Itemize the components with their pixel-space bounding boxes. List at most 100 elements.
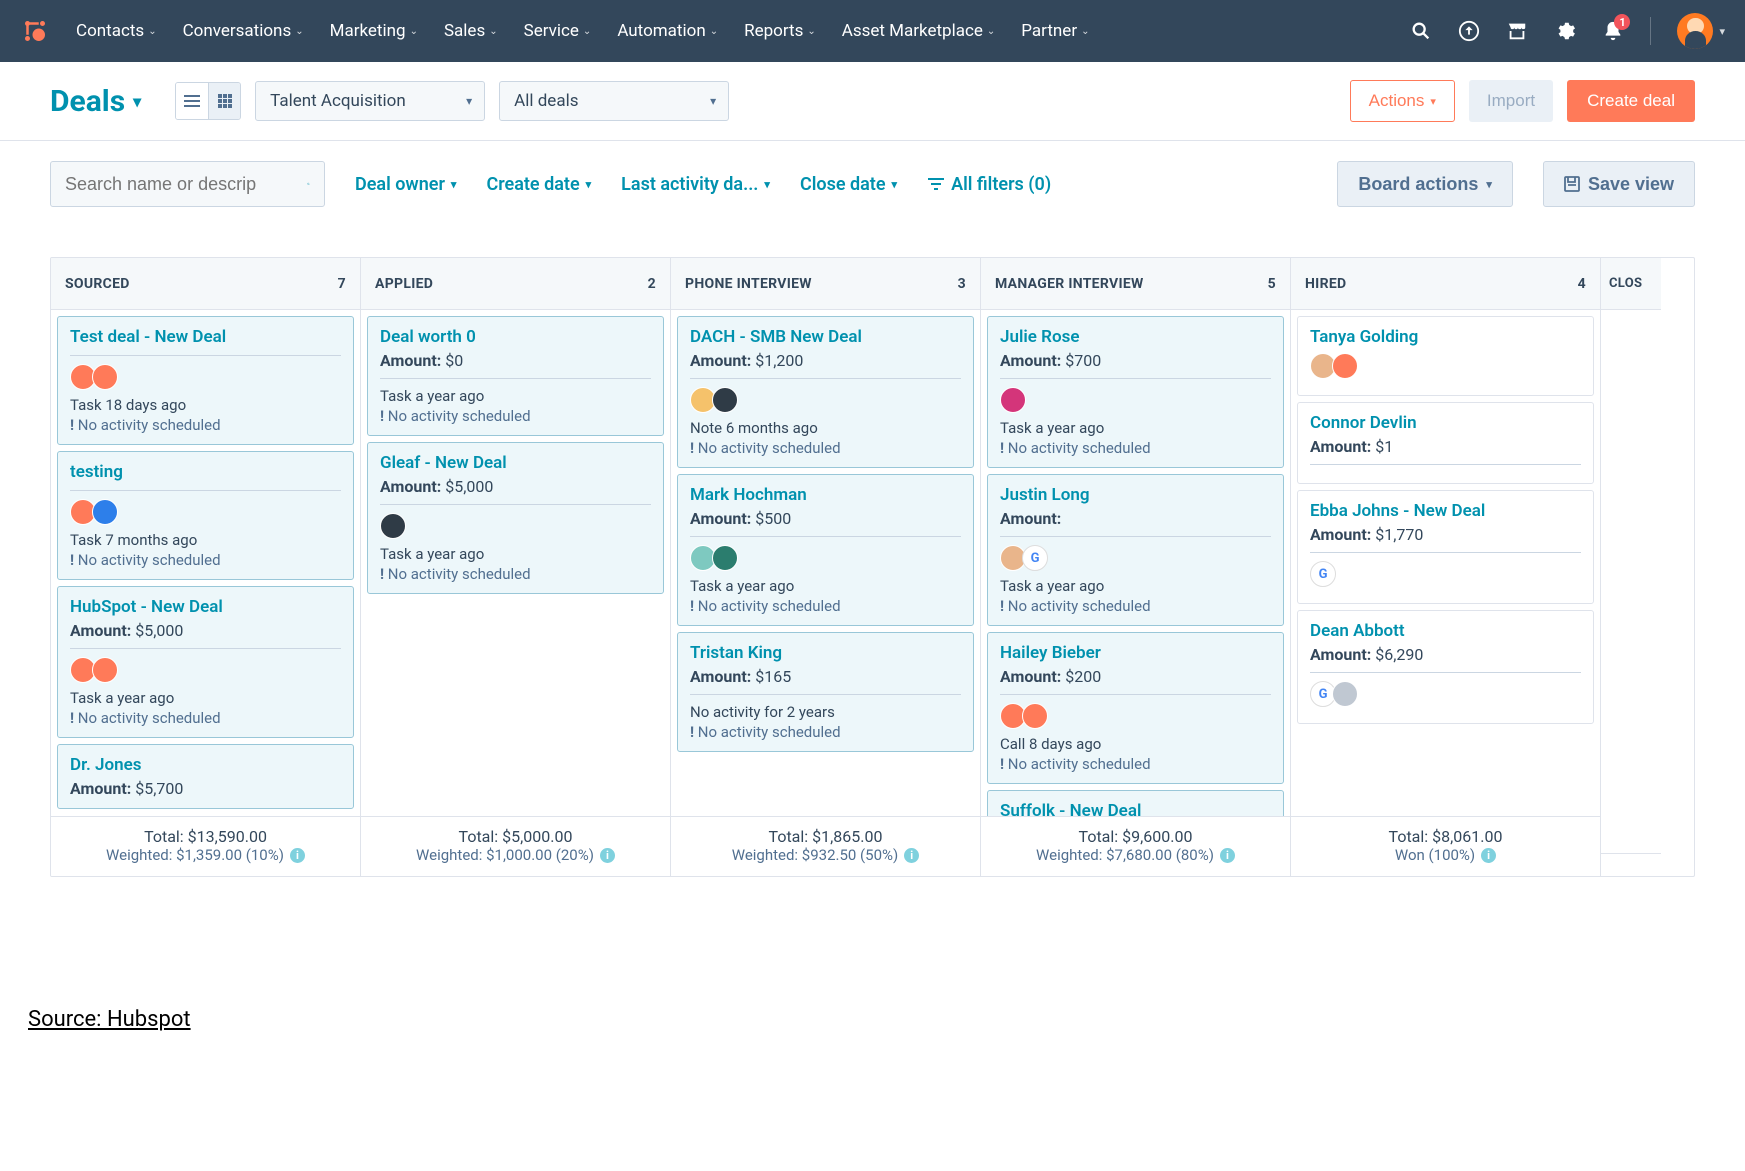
card-amount: Amount: $0 — [380, 351, 651, 370]
chevron-down-icon: ⌄ — [987, 26, 995, 37]
search-input[interactable] — [65, 174, 297, 195]
column-footer: Total: $13,590.00 Weighted: $1,359.00 (1… — [51, 816, 360, 876]
import-button[interactable]: Import — [1469, 80, 1553, 122]
column-header: APPLIED2 — [361, 258, 670, 310]
nav-item-automation[interactable]: Automation⌄ — [617, 21, 718, 41]
card-avatars — [1000, 703, 1271, 729]
create-deal-button[interactable]: Create deal — [1567, 80, 1695, 122]
nav-item-reports[interactable]: Reports⌄ — [744, 21, 816, 41]
view-select[interactable]: All deals ▾ — [499, 81, 729, 121]
info-icon[interactable]: i — [1481, 848, 1496, 863]
list-view-button[interactable] — [176, 83, 208, 119]
info-icon[interactable]: i — [1220, 848, 1235, 863]
upload-icon[interactable] — [1458, 20, 1480, 42]
nav-item-sales[interactable]: Sales⌄ — [444, 21, 498, 41]
notification-badge: 1 — [1614, 14, 1630, 30]
deal-card[interactable]: Hailey BieberAmount: $200Call 8 days ago… — [987, 632, 1284, 784]
chevron-down-icon: ⌄ — [410, 26, 418, 37]
card-avatars — [690, 387, 961, 413]
chevron-down-icon: ⌄ — [1081, 26, 1089, 37]
chevron-down-icon: ⌄ — [710, 26, 718, 37]
card-title: testing — [70, 462, 341, 482]
deal-card[interactable]: Connor DevlinAmount: $1 — [1297, 402, 1594, 484]
avatar-icon — [712, 387, 738, 413]
card-warning: No activity scheduled — [1000, 439, 1271, 457]
card-title: Connor Devlin — [1310, 413, 1581, 433]
card-amount: Amount: $5,000 — [380, 477, 651, 496]
deal-card[interactable]: Mark HochmanAmount: $500Task a year agoN… — [677, 474, 974, 626]
deal-card[interactable]: HubSpot - New DealAmount: $5,000Task a y… — [57, 586, 354, 738]
pipeline-select[interactable]: Talent Acquisition ▾ — [255, 81, 485, 121]
card-title: Gleaf - New Deal — [380, 453, 651, 473]
card-warning: No activity scheduled — [70, 709, 341, 727]
chevron-down-icon: ▾ — [1719, 25, 1725, 38]
info-icon[interactable]: i — [600, 848, 615, 863]
card-warning: No activity scheduled — [690, 597, 961, 615]
board-view-button[interactable] — [208, 83, 240, 119]
column-body: Julie RoseAmount: $700Task a year agoNo … — [981, 310, 1290, 816]
all-filters-button[interactable]: All filters (0) — [927, 174, 1051, 195]
search-icon[interactable] — [1410, 20, 1432, 42]
card-avatars: G — [1000, 545, 1271, 571]
top-nav: Contacts⌄ Conversations⌄ Marketing⌄ Sales⌄ S… — [0, 0, 1745, 62]
info-icon[interactable]: i — [290, 848, 305, 863]
card-activity: Task 7 months ago — [70, 531, 341, 549]
save-view-button[interactable]: Save view — [1543, 161, 1695, 207]
card-amount: Amount: $5,700 — [70, 779, 341, 798]
card-warning: No activity scheduled — [1000, 755, 1271, 773]
bell-icon[interactable]: 1 — [1602, 20, 1624, 42]
hubspot-logo-icon[interactable] — [20, 16, 50, 46]
deal-card[interactable]: testingTask 7 months agoNo activity sche… — [57, 451, 354, 580]
search-icon — [307, 174, 310, 194]
deal-card[interactable]: Dean AbbottAmount: $6,290G — [1297, 610, 1594, 724]
filter-create-date[interactable]: Create date▾ — [486, 174, 591, 195]
card-title: Tristan King — [690, 643, 961, 663]
card-title: Julie Rose — [1000, 327, 1271, 347]
column-header: CLOS — [1601, 258, 1661, 310]
source-link[interactable]: Source: Hubspot — [28, 1007, 191, 1032]
actions-button[interactable]: Actions▾ — [1350, 80, 1455, 122]
avatar-icon: G — [1310, 561, 1336, 587]
view-toggle — [175, 82, 241, 120]
board-actions-button[interactable]: Board actions▾ — [1337, 161, 1513, 207]
nav-item-marketing[interactable]: Marketing⌄ — [330, 21, 418, 41]
gear-icon[interactable] — [1554, 20, 1576, 42]
info-icon[interactable]: i — [904, 848, 919, 863]
card-activity: Task a year ago — [380, 545, 651, 563]
card-avatars — [70, 657, 341, 683]
avatar-icon — [1000, 387, 1026, 413]
filter-bar: Deal owner▾ Create date▾ Last activity d… — [0, 141, 1745, 217]
page-title-dropdown[interactable]: Deals ▾ — [50, 84, 141, 119]
board-column: SOURCED7Test deal - New DealTask 18 days… — [51, 258, 361, 876]
deal-card[interactable]: Dr. JonesAmount: $5,700 — [57, 744, 354, 809]
filter-icon — [927, 177, 945, 191]
filter-deal-owner[interactable]: Deal owner▾ — [355, 174, 456, 195]
card-title: Justin Long — [1000, 485, 1271, 505]
save-icon — [1564, 176, 1580, 192]
card-avatars — [690, 545, 961, 571]
filter-close-date[interactable]: Close date▾ — [800, 174, 897, 195]
nav-item-contacts[interactable]: Contacts⌄ — [76, 21, 157, 41]
card-avatars — [1000, 387, 1271, 413]
account-menu[interactable]: ▾ — [1677, 13, 1725, 49]
nav-item-partner[interactable]: Partner⌄ — [1021, 21, 1089, 41]
deal-card[interactable]: Tristan KingAmount: $165No activity for … — [677, 632, 974, 752]
marketplace-icon[interactable] — [1506, 20, 1528, 42]
deal-card[interactable]: Suffolk - New Deal — [987, 790, 1284, 816]
deal-card[interactable]: Tanya Golding — [1297, 316, 1594, 396]
column-body: Tanya GoldingConnor DevlinAmount: $1Ebba… — [1291, 310, 1600, 816]
nav-item-conversations[interactable]: Conversations⌄ — [183, 21, 304, 41]
deal-card[interactable]: Gleaf - New Deal Amount: $5,000 Task a yea… — [367, 442, 664, 594]
deal-card[interactable]: Ebba Johns - New DealAmount: $1,770G — [1297, 490, 1594, 604]
deal-card[interactable]: Justin LongAmount: GTask a year agoNo ac… — [987, 474, 1284, 626]
page-header: Deals ▾ Talent Acquisition ▾ All deals ▾… — [0, 62, 1745, 141]
deal-card[interactable]: Julie RoseAmount: $700Task a year agoNo … — [987, 316, 1284, 468]
deal-card[interactable]: DACH - SMB New DealAmount: $1,200Note 6 … — [677, 316, 974, 468]
deal-card[interactable]: Test deal - New DealTask 18 days agoNo a… — [57, 316, 354, 445]
deal-card[interactable]: Deal worth 0Amount: $0Task a year agoNo … — [367, 316, 664, 436]
avatar-icon — [1332, 353, 1358, 379]
nav-item-service[interactable]: Service⌄ — [524, 21, 592, 41]
filter-last-activity[interactable]: Last activity da...▾ — [621, 174, 770, 195]
card-warning: No activity scheduled — [380, 565, 651, 583]
nav-item-asset-marketplace[interactable]: Asset Marketplace⌄ — [842, 21, 996, 41]
